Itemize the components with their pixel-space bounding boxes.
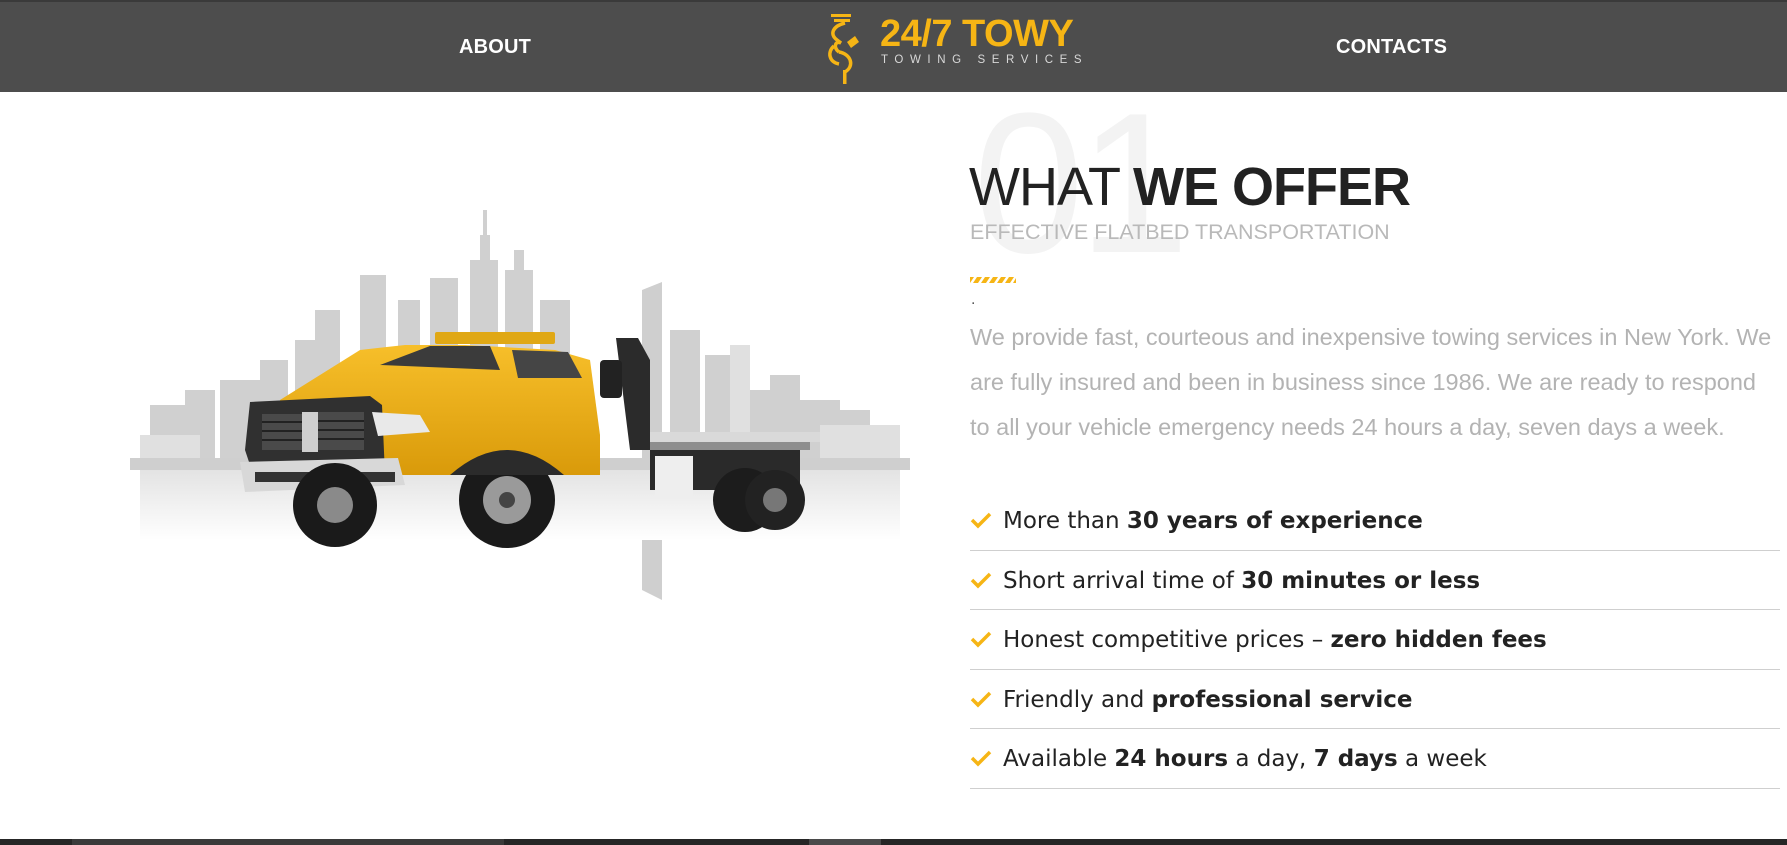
check-icon <box>970 750 992 767</box>
section-subheading: EFFECTIVE FLATBED TRANSPORTATION <box>970 220 1390 244</box>
feature-item: Honest competitive prices – zero hidden … <box>970 610 1780 670</box>
next-section-segment <box>809 839 881 845</box>
feature-text: Honest competitive prices – <box>1003 627 1331 653</box>
feature-highlight: 24 hours <box>1114 746 1229 772</box>
feature-item: Friendly and professional service <box>970 670 1780 729</box>
check-icon <box>970 631 992 648</box>
logo-subtitle: TOWING SERVICES <box>881 54 1089 66</box>
hazard-stripe-divider <box>970 277 1016 283</box>
feature-highlight: 30 years of experience <box>1126 508 1423 534</box>
logo-title: 24/7 TOWY <box>880 13 1074 55</box>
heading-bold-part: WE OFFER <box>1133 157 1411 217</box>
check-icon <box>970 512 992 529</box>
tow-hook-icon <box>828 14 859 84</box>
feature-text: Short arrival time of <box>1003 567 1242 594</box>
check-icon <box>970 691 992 707</box>
feature-text: a week <box>1397 746 1487 772</box>
feature-text: More than <box>1003 508 1127 534</box>
feature-text: a day, <box>1228 746 1314 772</box>
divider-dot: . <box>971 291 976 308</box>
feature-item: More than 30 years of experience <box>970 491 1780 551</box>
next-section-edge <box>0 839 1787 845</box>
check-icon <box>970 572 992 588</box>
feature-text: Available <box>1003 746 1115 772</box>
top-navigation-bar: ABOUT 24/7 TOWY TOWING SERVICES CONTACTS <box>0 0 1787 92</box>
feature-highlight: professional service <box>1151 686 1413 713</box>
intro-paragraph: We provide fast, courteous and inexpensi… <box>970 324 1772 440</box>
feature-item: Short arrival time of 30 minutes or less <box>970 551 1780 610</box>
feature-highlight: zero hidden fees <box>1330 627 1547 653</box>
features-list: More than 30 years of experience Short a… <box>970 491 1780 789</box>
tow-truck-illustration <box>130 210 910 600</box>
section-heading: WHAT WE OFFER <box>969 156 1411 218</box>
feature-highlight: 7 days <box>1313 746 1398 772</box>
next-section-segment <box>72 839 504 845</box>
feature-item: Available 24 hours a day, 7 days a week <box>970 729 1780 789</box>
nav-link-about[interactable]: ABOUT <box>459 36 531 59</box>
nav-link-contacts[interactable]: CONTACTS <box>1336 36 1447 59</box>
heading-light-part: WHAT <box>969 157 1133 217</box>
feature-text: Friendly and <box>1003 686 1152 713</box>
feature-highlight: 30 minutes or less <box>1241 567 1481 594</box>
